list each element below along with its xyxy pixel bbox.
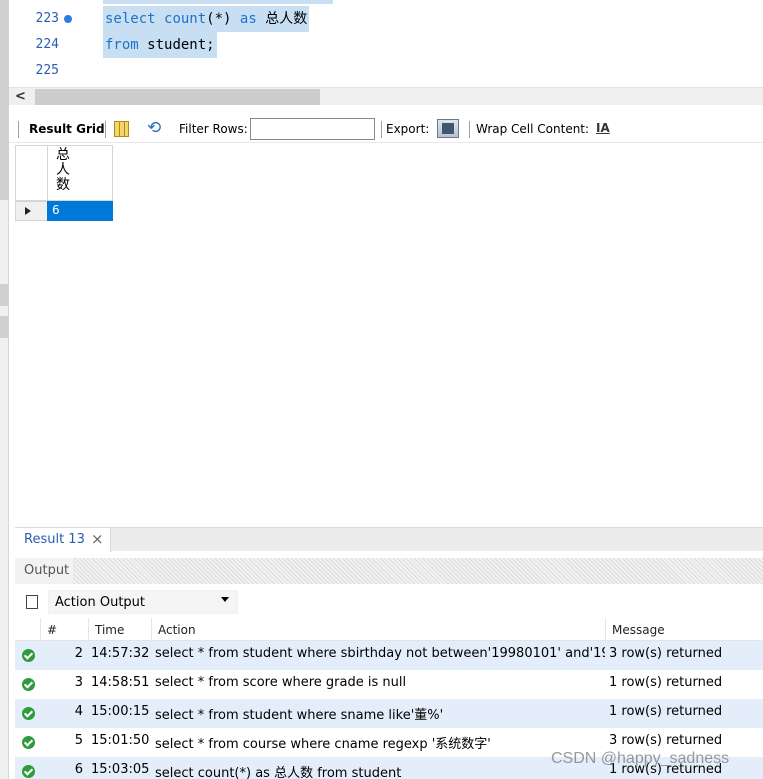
column-header[interactable]: 总 人 数 xyxy=(47,145,113,201)
row-time: 15:03:05 xyxy=(91,762,150,777)
alias: 总人数 xyxy=(265,11,308,27)
identifier: student; xyxy=(147,37,215,53)
table-row[interactable]: 3 14:58:51 select * from score where gra… xyxy=(15,670,763,699)
grid-cell[interactable]: 6 xyxy=(47,201,113,221)
line-number: 223 xyxy=(35,11,59,26)
left-strip-mark xyxy=(0,284,9,306)
sql-editor[interactable]: 223 select count(*) as 总人数 224 from stud… xyxy=(9,0,763,85)
scrollbar-thumb[interactable] xyxy=(35,89,320,105)
success-icon xyxy=(22,649,35,662)
scroll-left-icon[interactable]: < xyxy=(15,89,26,104)
wrap-cell-content-icon[interactable]: IA xyxy=(596,121,610,135)
code-text[interactable]: from student; xyxy=(103,32,217,58)
grid-view-icon[interactable] xyxy=(114,121,129,137)
selection-overflow xyxy=(103,0,333,4)
argument: (*) xyxy=(206,11,232,27)
header-char: 数 xyxy=(56,177,70,193)
function-name: count xyxy=(164,11,207,27)
editor-horizontal-scrollbar[interactable]: < xyxy=(9,87,763,105)
row-num: 5 xyxy=(74,733,83,748)
column-header-num[interactable]: # xyxy=(40,618,82,641)
row-action: select * from student where sname like'董… xyxy=(155,708,444,723)
filter-rows-label: Filter Rows: xyxy=(179,122,248,136)
line-number: 225 xyxy=(35,63,59,78)
keyword: select xyxy=(105,11,156,27)
row-action: select * from student where sbirthday no… xyxy=(155,646,605,661)
row-message: 3 row(s) returned xyxy=(609,646,723,661)
editor-line[interactable]: 225 xyxy=(9,58,763,84)
output-label: Output xyxy=(15,558,74,584)
filter-rows-input[interactable] xyxy=(250,118,375,140)
export-icon[interactable] xyxy=(437,119,459,138)
table-row[interactable]: 4 15:00:15 select * from student where s… xyxy=(15,699,763,728)
left-strip-mark xyxy=(0,316,9,338)
result-toolbar: Result Grid ⟲ Filter Rows: Export: Wrap … xyxy=(9,115,763,143)
success-icon xyxy=(22,707,35,720)
refresh-icon[interactable]: ⟲ xyxy=(147,118,161,138)
statement-marker-icon xyxy=(64,15,72,23)
keyword: as xyxy=(239,11,257,27)
header-char: 总 xyxy=(56,147,70,163)
export-label: Export: xyxy=(386,122,430,136)
header-char: 人 xyxy=(56,162,70,178)
row-time: 14:57:32 xyxy=(91,646,150,661)
toolbar-separator xyxy=(469,121,470,138)
row-time: 14:58:51 xyxy=(91,675,150,690)
row-num: 6 xyxy=(74,762,83,777)
row-action: select * from course where cname regexp … xyxy=(155,737,491,752)
column-header-message[interactable]: Message xyxy=(605,618,763,641)
success-icon xyxy=(22,765,35,778)
row-message: 1 row(s) returned xyxy=(609,704,723,719)
left-panel-strip xyxy=(0,0,9,779)
left-strip-mark xyxy=(0,0,9,200)
row-selector[interactable] xyxy=(15,201,48,221)
row-message: 3 row(s) returned xyxy=(609,733,723,748)
row-num: 3 xyxy=(74,675,83,690)
result-grid-label[interactable]: Result Grid xyxy=(29,122,105,136)
row-time: 15:00:15 xyxy=(91,704,150,719)
row-num: 2 xyxy=(74,646,83,661)
row-time: 15:01:50 xyxy=(91,733,150,748)
row-action: select count(*) as 总人数 from student xyxy=(155,766,402,779)
success-icon xyxy=(22,678,35,691)
watermark: CSDN @happy_sadness xyxy=(551,750,730,767)
output-panel-header: Output xyxy=(15,558,763,584)
column-header-action[interactable]: Action xyxy=(151,618,605,641)
wrap-cell-content-label: Wrap Cell Content: xyxy=(476,122,590,136)
dropdown-value: Action Output xyxy=(55,595,146,610)
editor-line[interactable]: 223 select count(*) as 总人数 xyxy=(9,6,763,32)
copy-icon[interactable] xyxy=(26,592,44,609)
toolbar-separator xyxy=(18,121,19,138)
output-selector-bar: Action Output xyxy=(15,587,763,617)
result-tab-bar: Result 13 × xyxy=(15,527,763,552)
chevron-down-icon xyxy=(221,597,229,602)
close-icon[interactable]: × xyxy=(91,530,104,548)
grid-corner xyxy=(15,145,48,201)
success-icon xyxy=(22,736,35,749)
table-row[interactable]: 2 14:57:32 select * from student where s… xyxy=(15,641,763,670)
toolbar-separator xyxy=(105,121,106,138)
row-message: 1 row(s) returned xyxy=(609,675,723,690)
editor-line[interactable]: 224 from student; xyxy=(9,32,763,58)
keyword: from xyxy=(105,37,139,53)
code-text[interactable]: select count(*) as 总人数 xyxy=(103,6,310,32)
row-action: select * from score where grade is null xyxy=(155,675,407,690)
tab-result-13[interactable]: Result 13 × xyxy=(15,528,111,552)
output-type-dropdown[interactable]: Action Output xyxy=(48,590,238,614)
column-header-time[interactable]: Time xyxy=(88,618,151,641)
line-number: 224 xyxy=(35,37,59,52)
toolbar-separator xyxy=(381,121,382,138)
current-row-icon xyxy=(25,207,31,215)
tab-label: Result 13 xyxy=(24,532,85,547)
table-header: # Time Action Message xyxy=(15,618,763,641)
row-num: 4 xyxy=(74,704,83,719)
